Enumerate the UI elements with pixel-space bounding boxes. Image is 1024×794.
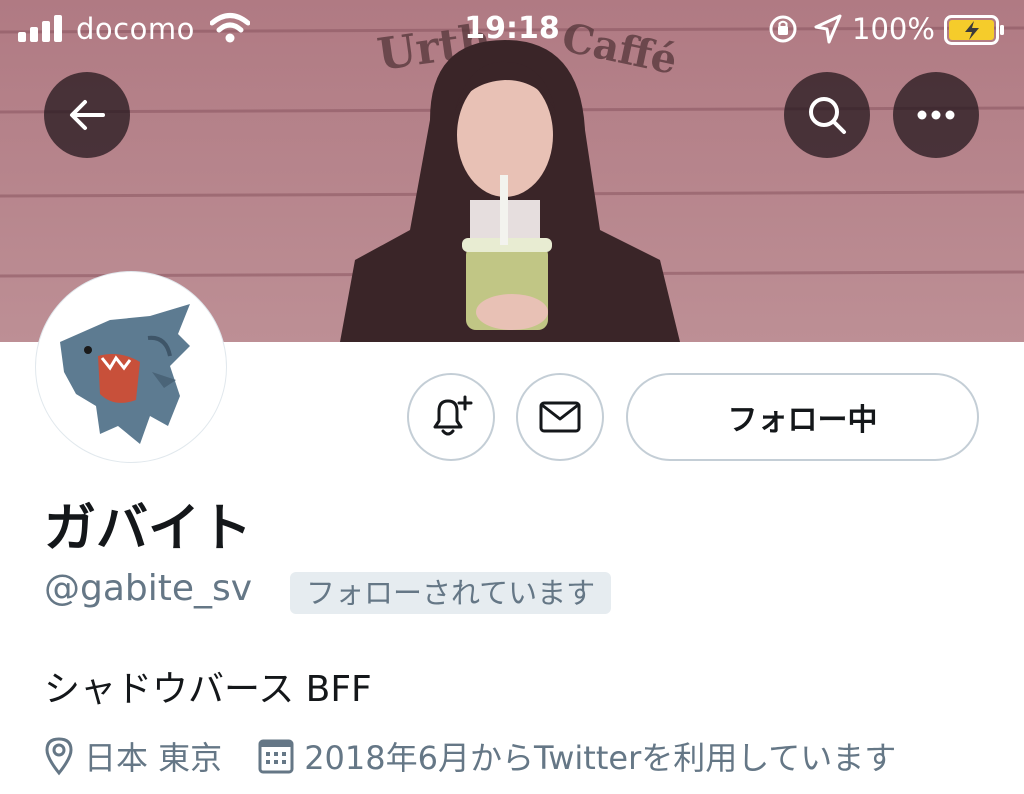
arrow-left-icon <box>70 100 105 130</box>
location-icon <box>814 14 842 44</box>
more-dots-icon <box>917 110 955 120</box>
display-name: ガバイト <box>44 499 253 559</box>
envelope-icon <box>539 401 581 433</box>
status-bar: docomo 19:18 100% <box>0 0 1024 58</box>
battery-percent: 100% <box>852 12 935 46</box>
search-icon <box>809 97 846 134</box>
user-handle: @gabite_sv <box>44 568 253 609</box>
back-button[interactable] <box>44 72 130 158</box>
profile-location: 日本 東京 <box>84 739 223 777</box>
location-pin-icon <box>44 736 74 776</box>
message-button[interactable] <box>516 373 604 461</box>
more-button[interactable] <box>893 72 979 158</box>
profile-meta: 日本 東京 2018年6月からTwitterを利用しています <box>44 734 896 778</box>
profile-joined-date: 2018年6月からTwitterを利用しています <box>304 739 897 777</box>
notifications-button[interactable] <box>407 373 495 461</box>
calendar-icon <box>258 738 294 774</box>
avatar[interactable] <box>36 272 226 462</box>
search-button[interactable] <box>784 72 870 158</box>
bell-plus-icon <box>433 395 473 436</box>
avatar-image <box>40 276 222 458</box>
profile-bio: シャドウバース BFF <box>44 669 372 710</box>
orientation-lock-icon <box>769 15 797 43</box>
battery-charging-icon <box>944 15 1004 45</box>
follows-you-badge: フォローされています <box>290 572 612 614</box>
following-button[interactable]: フォロー中 <box>626 373 979 461</box>
